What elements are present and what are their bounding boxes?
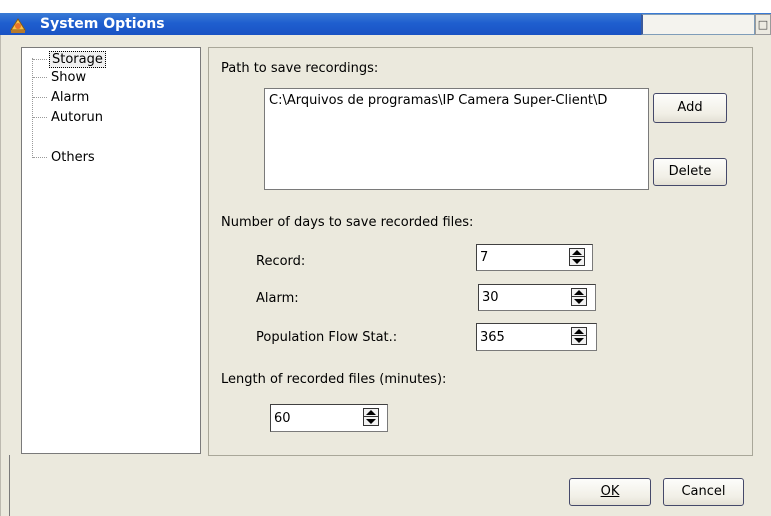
alarm-days-value[interactable]: 30 bbox=[482, 285, 499, 310]
window-title: System Options bbox=[40, 16, 165, 32]
options-tree: Storage Show Alarm Autorun Others bbox=[21, 47, 201, 454]
title-field bbox=[641, 14, 755, 35]
tree-item-label: Others bbox=[51, 150, 95, 165]
divider bbox=[9, 455, 10, 516]
path-list-item[interactable]: C:\Arquivos de programas\IP Camera Super… bbox=[269, 93, 607, 108]
path-list[interactable]: C:\Arquivos de programas\IP Camera Super… bbox=[264, 88, 649, 190]
length-label: Length of recorded files (minutes): bbox=[221, 372, 447, 387]
spin-up-icon[interactable] bbox=[572, 289, 586, 297]
spin-down-icon[interactable] bbox=[364, 417, 378, 425]
tree-item-autorun[interactable]: Autorun bbox=[33, 109, 105, 127]
tree-item-storage[interactable]: Storage bbox=[33, 51, 106, 69]
ok-button-label: OK bbox=[600, 484, 620, 499]
alarm-label: Alarm: bbox=[256, 291, 299, 306]
spin-down-icon[interactable] bbox=[572, 336, 586, 344]
spin-up-icon[interactable] bbox=[364, 409, 378, 417]
length-minutes-value[interactable]: 60 bbox=[274, 405, 291, 431]
ok-button[interactable]: OK bbox=[569, 478, 651, 506]
tree-item-show[interactable]: Show bbox=[33, 69, 88, 87]
population-days-stepper[interactable]: 365 bbox=[476, 323, 597, 351]
record-days-stepper[interactable]: 7 bbox=[476, 244, 593, 271]
spin-down-icon[interactable] bbox=[572, 297, 586, 305]
spin-down-icon[interactable] bbox=[570, 257, 584, 265]
spinner-arrows-icon[interactable] bbox=[571, 288, 587, 306]
tree-item-label: Autorun bbox=[51, 110, 104, 125]
tree-item-label: Show bbox=[51, 70, 87, 85]
cancel-button-label: Cancel bbox=[681, 484, 726, 499]
spin-up-icon[interactable] bbox=[570, 249, 584, 257]
tree-item-others[interactable]: Others bbox=[33, 149, 97, 167]
spinner-arrows-icon[interactable] bbox=[363, 408, 379, 426]
app-icon bbox=[10, 18, 26, 33]
days-label: Number of days to save recorded files: bbox=[221, 215, 474, 230]
length-minutes-stepper[interactable]: 60 bbox=[270, 404, 388, 432]
population-label: Population Flow Stat.: bbox=[256, 330, 398, 345]
record-days-value[interactable]: 7 bbox=[480, 245, 488, 270]
tree-item-alarm[interactable]: Alarm bbox=[33, 89, 91, 107]
spinner-arrows-icon[interactable] bbox=[571, 327, 587, 345]
population-days-value[interactable]: 365 bbox=[480, 324, 505, 350]
cancel-button[interactable]: Cancel bbox=[663, 478, 744, 506]
path-label: Path to save recordings: bbox=[221, 61, 379, 76]
restore-icon[interactable]: □ bbox=[755, 14, 771, 35]
delete-button[interactable]: Delete bbox=[653, 158, 727, 186]
spin-up-icon[interactable] bbox=[572, 328, 586, 336]
record-label: Record: bbox=[256, 254, 306, 269]
tree-item-label: Storage bbox=[49, 51, 106, 68]
tree-item-label: Alarm bbox=[51, 90, 90, 105]
alarm-days-stepper[interactable]: 30 bbox=[478, 284, 596, 311]
spinner-arrows-icon[interactable] bbox=[569, 248, 585, 266]
add-button[interactable]: Add bbox=[653, 93, 727, 123]
